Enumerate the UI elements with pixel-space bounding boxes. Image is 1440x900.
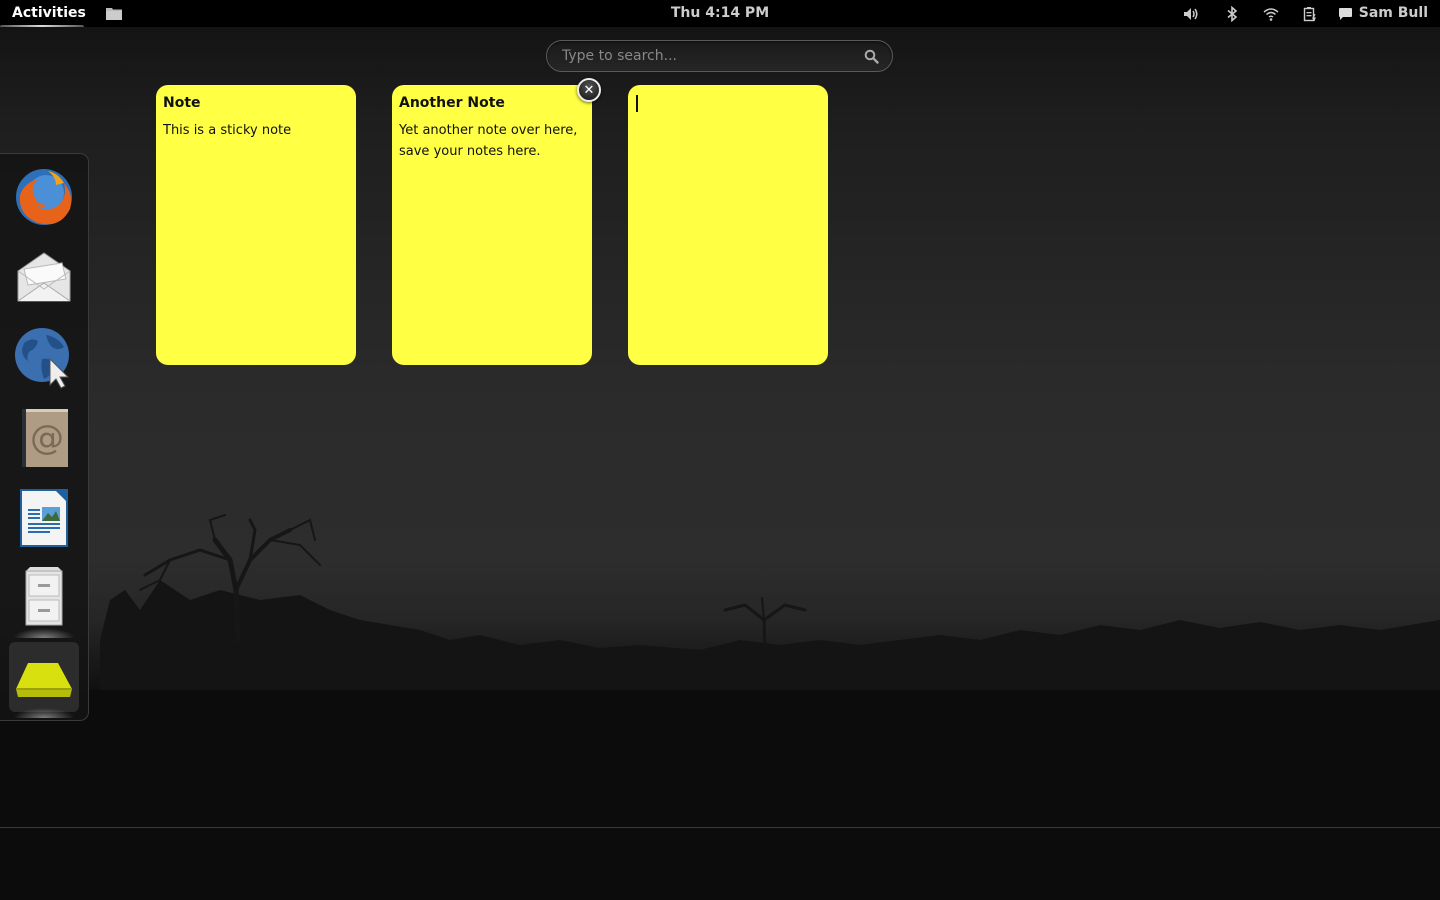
dash-item-firefox[interactable] [9, 162, 79, 232]
volume-icon[interactable] [1183, 6, 1199, 22]
note-title[interactable]: Another Note [399, 95, 585, 112]
dash-item-files[interactable] [9, 562, 79, 638]
note-editor[interactable] [635, 95, 821, 355]
address-book-icon: @ [22, 409, 68, 467]
user-menu[interactable]: Sam Bull [1338, 0, 1428, 27]
svg-text:@: @ [30, 418, 64, 458]
workspace-divider [0, 827, 1440, 828]
document-icon [20, 489, 68, 547]
search-icon[interactable] [864, 49, 879, 64]
dash-item-mail[interactable] [9, 242, 79, 312]
clock-label[interactable]: Thu 4:14 PM [671, 5, 769, 21]
sticky-note-editing[interactable] [628, 85, 828, 365]
sticky-note-icon [16, 663, 72, 697]
top-bar: Activities Thu 4:14 PM Sam Bull [0, 0, 1440, 27]
dash-item-web-browser[interactable] [9, 322, 79, 392]
dash: @ [0, 153, 89, 721]
mail-icon [17, 252, 71, 302]
dash-item-sticky-notes[interactable] [9, 642, 79, 718]
user-name: Sam Bull [1358, 5, 1428, 21]
sticky-note[interactable]: Note This is a sticky note [156, 85, 356, 365]
close-icon: ✕ [583, 82, 595, 98]
bluetooth-icon[interactable] [1224, 6, 1240, 22]
chat-icon [1338, 7, 1352, 20]
note-body[interactable]: Yet another note over here, save your no… [399, 120, 585, 162]
dash-item-libreoffice[interactable] [9, 482, 79, 552]
folder-icon[interactable] [106, 7, 122, 20]
activities-button[interactable]: Activities [0, 0, 98, 27]
note-title[interactable]: Note [163, 95, 349, 112]
search-input[interactable] [562, 41, 852, 71]
wifi-icon[interactable] [1263, 6, 1279, 22]
close-note-button[interactable]: ✕ [577, 78, 601, 102]
text-caret [636, 95, 638, 112]
battery-icon[interactable] [1302, 6, 1318, 22]
globe-icon [15, 328, 70, 389]
filing-cabinet-icon [25, 567, 63, 626]
firefox-icon [16, 169, 72, 225]
sticky-note[interactable]: Another Note Yet another note over here,… [392, 85, 592, 365]
note-body[interactable]: This is a sticky note [163, 120, 349, 141]
search-box [546, 40, 893, 72]
dash-item-contacts[interactable]: @ [9, 402, 79, 472]
